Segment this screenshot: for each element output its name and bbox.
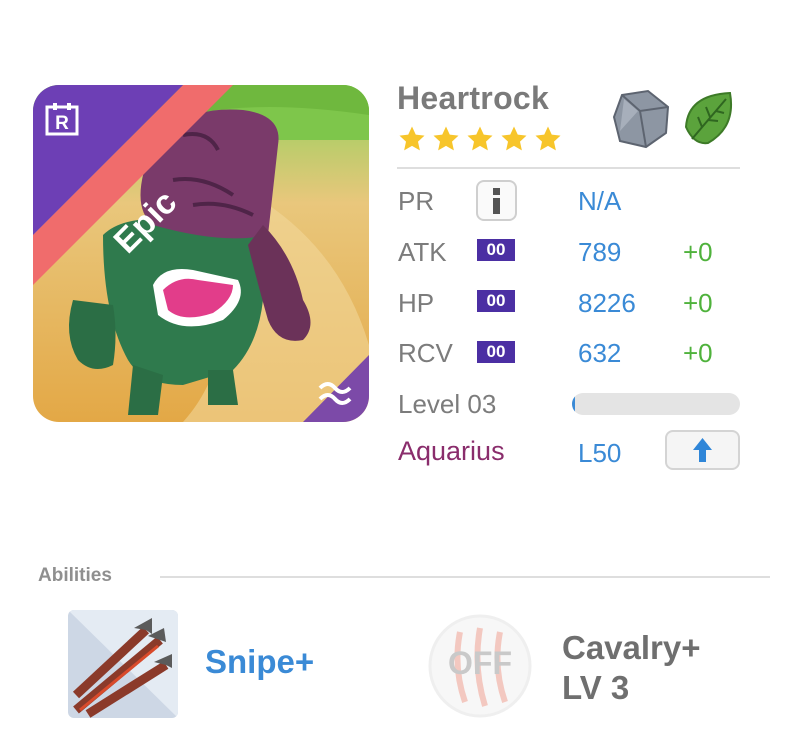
star-icon bbox=[467, 126, 493, 151]
ability-name-snipe: Snipe+ bbox=[205, 643, 315, 680]
svg-text:R: R bbox=[55, 113, 69, 134]
leaf-icon bbox=[684, 91, 732, 145]
rcv-tag: 00 bbox=[477, 341, 515, 363]
atk-value: 789 bbox=[578, 237, 622, 267]
star-icon bbox=[433, 126, 459, 151]
rock-icon bbox=[612, 89, 670, 149]
abilities-title: Abilities bbox=[38, 565, 112, 586]
ability-name-cavalry-line1: Cavalry+ bbox=[562, 629, 701, 666]
ability-level-cavalry: LV 3 bbox=[562, 669, 630, 706]
star-icon bbox=[535, 126, 561, 151]
star-icon bbox=[399, 126, 425, 151]
rcv-label: RCV bbox=[398, 338, 453, 368]
snipe-arrows-icon[interactable] bbox=[68, 610, 178, 718]
rcv-value: 632 bbox=[578, 338, 622, 368]
atk-label: ATK bbox=[398, 237, 447, 267]
level-label: Level 03 bbox=[398, 389, 497, 419]
hp-bonus: +0 bbox=[683, 288, 713, 318]
constellation-name[interactable]: Aquarius bbox=[398, 436, 505, 467]
wave-icon bbox=[318, 382, 352, 405]
hp-value: 8226 bbox=[578, 288, 636, 318]
hp-tag: 00 bbox=[477, 290, 515, 312]
rcv-bonus: +0 bbox=[683, 338, 713, 368]
monster-portrait[interactable]: Epic bbox=[33, 85, 369, 422]
hp-label: HP bbox=[398, 288, 435, 318]
constellation-level: L50 bbox=[578, 438, 622, 468]
info-icon bbox=[493, 188, 500, 214]
info-button[interactable] bbox=[476, 180, 517, 221]
header-divider bbox=[397, 167, 740, 169]
level-progress-fill bbox=[572, 393, 576, 415]
monster-name: Heartrock bbox=[397, 80, 550, 116]
pr-label: PR bbox=[398, 186, 435, 216]
star-rating bbox=[397, 124, 563, 154]
ability-state-off: OFF bbox=[448, 645, 512, 681]
arrow-up-icon bbox=[693, 438, 712, 462]
level-progress-bar bbox=[572, 393, 740, 415]
upgrade-button[interactable] bbox=[665, 430, 740, 470]
atk-bonus: +0 bbox=[683, 237, 713, 267]
star-icon bbox=[501, 126, 527, 151]
abilities-divider bbox=[160, 576, 770, 578]
atk-tag: 00 bbox=[477, 239, 515, 261]
ability-name-cavalry: Cavalry+ LV 3 bbox=[562, 628, 701, 708]
pr-value: N/A bbox=[578, 186, 622, 216]
r-icon: R bbox=[45, 103, 79, 136]
